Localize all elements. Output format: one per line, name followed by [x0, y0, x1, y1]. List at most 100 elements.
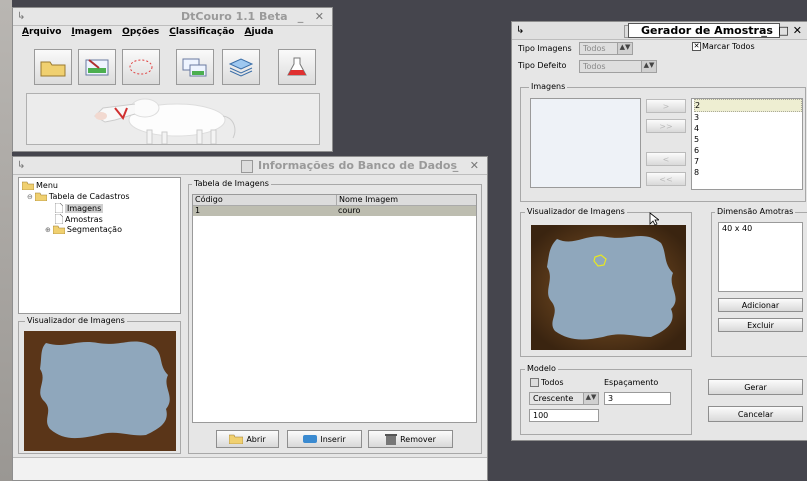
folder-icon	[229, 434, 244, 444]
count-input[interactable]: 100	[529, 409, 599, 422]
move-all-left-button[interactable]: <<	[646, 172, 686, 186]
database-button[interactable]	[222, 49, 260, 85]
tipo-imagens-select[interactable]: Todos ▲▼	[579, 42, 633, 55]
collapse-icon[interactable]: ⊖	[27, 193, 33, 201]
list-item[interactable]: 3	[694, 112, 802, 123]
image-edit-icon	[85, 59, 109, 76]
tipo-imagens-value: Todos	[583, 44, 606, 53]
move-right-button[interactable]: >	[646, 99, 686, 113]
main-titlebar[interactable]: ↳ DtCouro 1.1 Beta _ ✕	[13, 8, 332, 26]
tipo-defeito-value: Todos	[583, 62, 606, 71]
selected-images-list[interactable]: 2 3 4 5 6 7 8	[691, 98, 803, 190]
cancel-button[interactable]: Cancelar	[708, 406, 803, 422]
window-controls-icon[interactable]: _ ✕	[453, 159, 483, 172]
open-button[interactable]: Abrir	[216, 430, 279, 448]
tipo-defeito-select[interactable]: Todos ▲▼	[579, 60, 657, 73]
todos-checkbox[interactable]: Todos	[530, 378, 564, 387]
menu-opcoes[interactable]: Opções	[122, 27, 159, 37]
tree-item-label: Imagens	[65, 203, 104, 213]
db-titlebar[interactable]: ↳ Informações do Banco de Dados _ ✕	[13, 157, 487, 175]
sampler-titlebar[interactable]: ↳ Gerador de Amostras _ □✕	[512, 22, 807, 40]
espacamento-label: Espaçamento	[604, 378, 659, 387]
images-icon	[182, 58, 207, 77]
remove-label: Remover	[400, 434, 436, 444]
table-panel: Tabela de Imagens Código Nome Imagem 1 c…	[188, 179, 482, 454]
images-table: Código Nome Imagem 1 couro	[192, 194, 477, 423]
list-item[interactable]: 8	[694, 167, 802, 178]
open-label: Abrir	[246, 434, 266, 444]
ellipse-select-button[interactable]	[122, 49, 160, 85]
cell-code: 1	[195, 206, 201, 215]
list-item[interactable]: 2	[694, 99, 802, 112]
desktop-edge	[0, 0, 12, 481]
insert-button[interactable]: Inserir	[287, 430, 362, 448]
window-menu-icon[interactable]: ↳	[17, 160, 25, 171]
leather-image	[24, 331, 176, 451]
checkbox-checked-icon: ✕	[692, 42, 701, 51]
status-bar	[13, 457, 487, 480]
list-item[interactable]: 6	[694, 145, 802, 156]
dropdown-arrow-icon: ▲▼	[617, 43, 632, 54]
window-controls-icon[interactable]: _ ✕	[298, 10, 328, 23]
count-value: 100	[533, 411, 549, 420]
window-title: DtCouro 1.1 Beta	[181, 10, 288, 23]
cow-logo-icon	[94, 98, 236, 145]
image-edit-button[interactable]	[78, 49, 116, 85]
column-header[interactable]: Código	[193, 195, 337, 205]
generate-button[interactable]: Gerar	[708, 379, 803, 395]
tree-item-imagens[interactable]: Imagens	[55, 203, 104, 213]
trash-icon	[385, 433, 398, 445]
tree-panel: Menu ⊖ Tabela de Cadastros Imagens Amost…	[18, 177, 181, 314]
available-images-list[interactable]	[530, 98, 641, 188]
cell-name: couro	[338, 206, 361, 215]
tree-item-amostras[interactable]: Amostras	[55, 214, 103, 224]
remove-button[interactable]: Remover	[368, 430, 453, 448]
tree-item-segmentacao[interactable]: ⊕ Segmentação	[45, 225, 122, 234]
menu-imagem[interactable]: Imagem	[71, 27, 112, 37]
window-menu-icon[interactable]: ↳	[516, 25, 524, 36]
images-button[interactable]	[176, 49, 214, 85]
flask-icon	[287, 57, 307, 76]
dimension-list[interactable]: 40 x 40	[718, 222, 803, 292]
list-item[interactable]: 4	[694, 123, 802, 134]
marcar-todos-checkbox[interactable]: ✕ Marcar Todos	[692, 42, 755, 51]
todos-label: Todos	[541, 378, 564, 387]
expand-icon[interactable]: ⊕	[45, 226, 51, 234]
table-header: Código Nome Imagem	[193, 195, 476, 206]
move-left-button[interactable]: <	[646, 152, 686, 166]
table-title: Tabela de Imagens	[192, 179, 271, 188]
main-window: ↳ DtCouro 1.1 Beta _ ✕ Arquivo Imagem Op…	[12, 7, 333, 152]
modelo-group: Modelo Todos Espaçamento Crescente ▲▼ 3 …	[520, 364, 692, 435]
delete-button[interactable]: Excluir	[718, 318, 803, 332]
window-menu-icon[interactable]: ↳	[17, 11, 25, 22]
file-icon	[55, 203, 63, 213]
window-controls-icon[interactable]: _ □✕	[761, 24, 806, 37]
column-header[interactable]: Nome Imagem	[337, 195, 398, 205]
tree-group[interactable]: ⊖ Tabela de Cadastros	[27, 192, 130, 201]
file-icon	[55, 214, 63, 224]
add-button[interactable]: Adicionar	[718, 298, 803, 312]
espacamento-input[interactable]: 3	[604, 392, 671, 405]
tree-root[interactable]: Menu	[22, 181, 58, 190]
tipo-imagens-label: Tipo Imagens	[518, 44, 572, 53]
leather-image	[531, 225, 686, 350]
menu-arquivo[interactable]: Arquivo	[22, 27, 61, 37]
flask-button[interactable]	[278, 49, 316, 85]
folder-icon	[22, 181, 34, 190]
menu-ajuda[interactable]: Ajuda	[244, 27, 273, 37]
order-value: Crescente	[533, 394, 574, 403]
table-row[interactable]: 1 couro	[193, 206, 476, 216]
tree-group-label: Tabela de Cadastros	[48, 192, 130, 201]
ellipse-select-icon	[129, 59, 153, 75]
dropdown-arrow-icon: ▲▼	[641, 61, 656, 72]
order-select[interactable]: Crescente ▲▼	[529, 392, 599, 405]
dropdown-arrow-icon: ▲▼	[583, 393, 598, 404]
open-folder-button[interactable]	[34, 49, 72, 85]
menu-classificacao[interactable]: Classificação	[169, 27, 234, 37]
list-item[interactable]: 5	[694, 134, 802, 145]
mouse-cursor-icon	[649, 212, 659, 226]
tree-item-label: Segmentação	[66, 225, 122, 234]
list-item[interactable]: 7	[694, 156, 802, 167]
list-item[interactable]: 40 x 40	[722, 224, 799, 233]
move-all-right-button[interactable]: >>	[646, 119, 686, 133]
